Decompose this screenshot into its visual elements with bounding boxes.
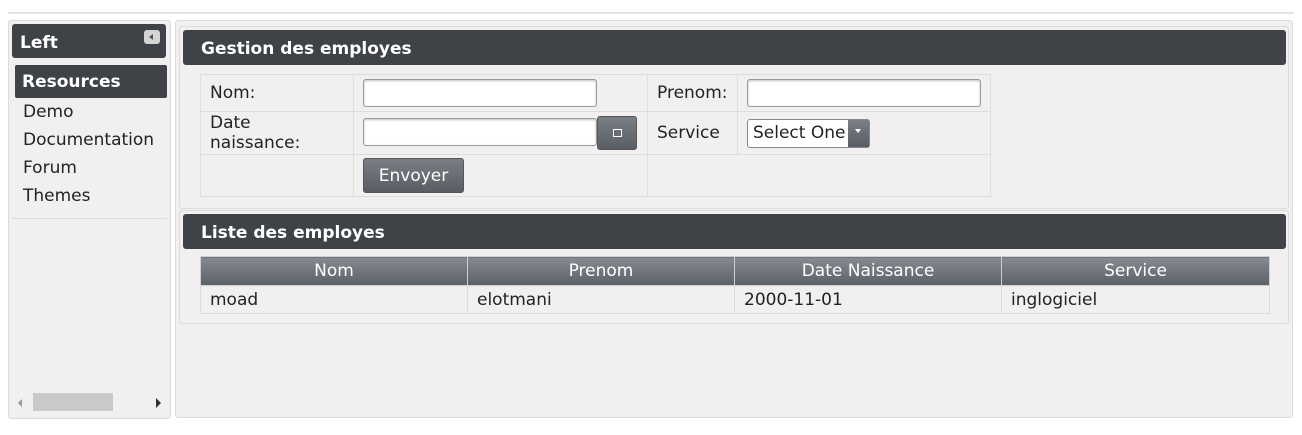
service-label: Service (647, 111, 738, 155)
left-layout-unit: Left Resources Demo Documentation Forum … (8, 20, 171, 419)
cell-date-naissance: 2000-11-01 (734, 285, 1002, 314)
employee-list-panel: Liste des employes Nom Prenom Date Naiss… (179, 210, 1289, 324)
nom-cell (353, 74, 648, 112)
date-label: Date naissance: (200, 111, 354, 155)
scroll-left-icon[interactable] (18, 399, 22, 407)
employee-form-grid: Nom: Prenom: Date naissance: Service Sel… (200, 74, 991, 197)
menu-item-demo[interactable]: Demo (12, 98, 167, 126)
employee-table: Nom Prenom Date Naissance Service moad e… (200, 256, 1270, 314)
left-unit-title: Left (20, 33, 58, 53)
calendar-button[interactable] (597, 116, 637, 150)
calendar-icon (613, 129, 622, 137)
table-header-row: Nom Prenom Date Naissance Service (200, 256, 1270, 286)
column-header-service[interactable]: Service (1001, 256, 1270, 286)
date-naissance-input[interactable] (363, 118, 597, 146)
chevron-down-icon[interactable] (848, 119, 869, 147)
scroll-right-icon[interactable] (156, 398, 161, 408)
menu-item-themes[interactable]: Themes (12, 182, 167, 210)
date-picker (363, 116, 637, 150)
employee-form-panel: Gestion des employes Nom: Prenom: Date n… (179, 26, 1289, 209)
date-cell (353, 111, 648, 155)
top-divider (8, 12, 1294, 14)
service-select[interactable]: Select One (747, 118, 870, 148)
collapse-icon[interactable] (144, 30, 160, 44)
submit-cell: Envoyer (353, 154, 648, 197)
menu-item-documentation[interactable]: Documentation (12, 126, 167, 154)
table-row[interactable]: moad elotmani 2000-11-01 inglogiciel (200, 285, 1270, 314)
cell-prenom: elotmani (467, 285, 735, 314)
column-header-prenom[interactable]: Prenom (467, 256, 735, 286)
menu-header-resources: Resources (15, 65, 167, 98)
service-cell: Select One (737, 111, 991, 155)
service-selected-value: Select One (753, 122, 846, 143)
resources-menu: Resources Demo Documentation Forum Theme… (12, 65, 167, 219)
list-panel-title: Liste des employes (183, 214, 1286, 249)
empty-cell (200, 154, 354, 197)
scrollbar-thumb[interactable] (33, 393, 113, 411)
nom-input[interactable] (363, 79, 597, 107)
cell-nom: moad (200, 285, 468, 314)
horizontal-scrollbar[interactable] (13, 393, 165, 413)
center-layout-unit: Gestion des employes Nom: Prenom: Date n… (175, 20, 1293, 418)
prenom-input[interactable] (747, 79, 981, 107)
left-unit-header: Left (12, 24, 166, 58)
prenom-cell (737, 74, 991, 112)
column-header-nom[interactable]: Nom (200, 256, 468, 286)
prenom-label: Prenom: (647, 74, 738, 112)
envoyer-button[interactable]: Envoyer (363, 158, 464, 193)
empty-cell (647, 154, 991, 197)
menu-item-forum[interactable]: Forum (12, 154, 167, 182)
cell-service: inglogiciel (1001, 285, 1270, 314)
column-header-date-naissance[interactable]: Date Naissance (734, 256, 1002, 286)
form-panel-title: Gestion des employes (183, 30, 1286, 65)
nom-label: Nom: (200, 74, 354, 112)
